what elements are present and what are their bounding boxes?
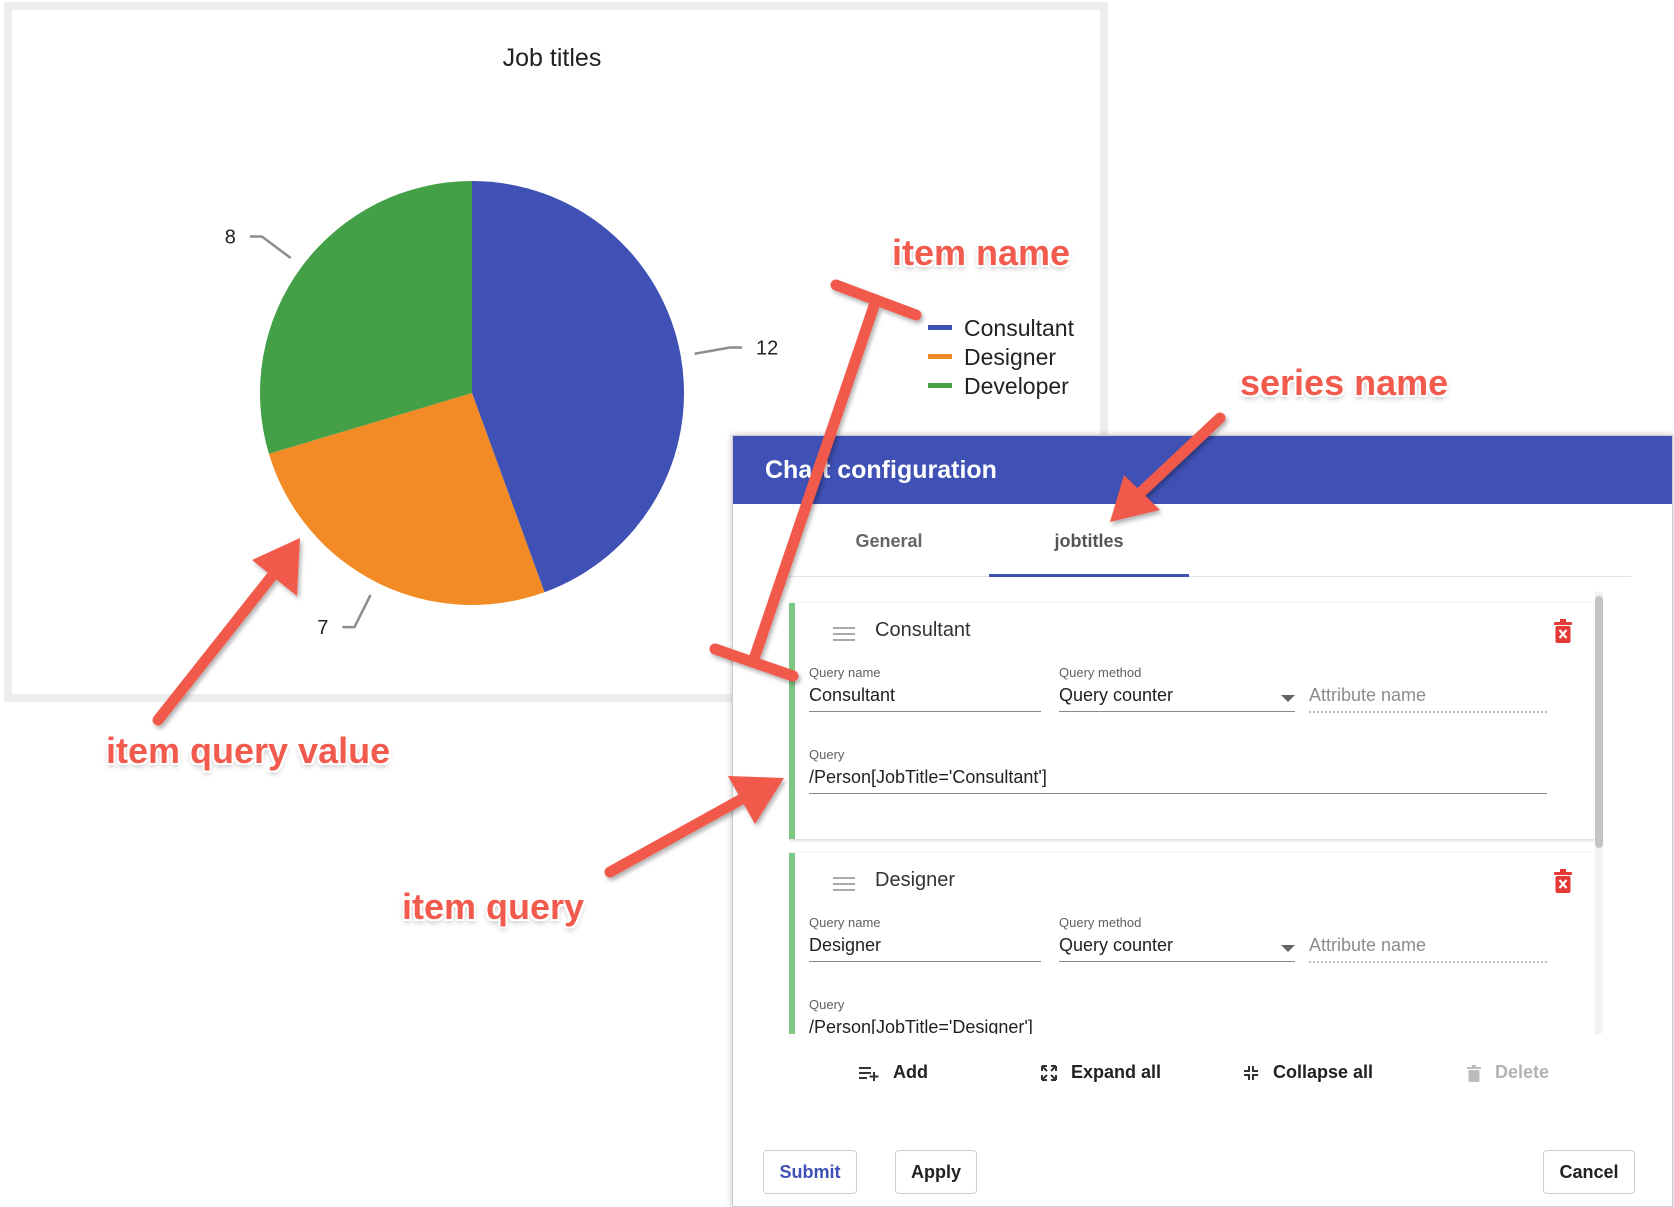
drag-handle-icon[interactable]	[833, 627, 855, 641]
collapse-all-label: Collapse all	[1273, 1062, 1374, 1082]
annotation-series-name: series name	[1240, 362, 1449, 403]
series-item-title: Designer	[875, 869, 956, 891]
pie-leader-line	[694, 346, 743, 355]
query-method-label: Query method	[1059, 915, 1142, 930]
trash-icon[interactable]	[1553, 619, 1573, 643]
tab-jobtitles[interactable]: jobtitles	[989, 504, 1189, 576]
query-method-label: Query method	[1059, 665, 1142, 680]
legend-entry: Consultant	[964, 315, 1075, 341]
attribute-name-input[interactable]: Attribute name	[1309, 681, 1547, 713]
delete-label: Delete	[1495, 1062, 1550, 1082]
legend-swatch	[928, 325, 952, 330]
pie-value-label: 12	[756, 338, 778, 360]
attribute-name-input[interactable]: Attribute name	[1309, 931, 1547, 963]
legend-swatch	[928, 383, 952, 388]
delete-button[interactable]: Delete	[1467, 1054, 1549, 1090]
cancel-button[interactable]: Cancel	[1543, 1150, 1635, 1194]
annotation-item-query: item query	[402, 886, 585, 927]
add-item-button[interactable]: Add	[859, 1054, 928, 1090]
submit-button[interactable]: Submit	[763, 1150, 857, 1194]
query-name-label: Query name	[809, 915, 881, 930]
trash-icon[interactable]	[1553, 869, 1573, 893]
series-items-list[interactable]: Consultant Query name Consultant Query m…	[789, 591, 1617, 1034]
playlist-add-icon	[859, 1067, 879, 1082]
series-item-card: Consultant Query name Consultant Query m…	[789, 603, 1595, 839]
collapse-all-button[interactable]: Collapse all	[1243, 1054, 1373, 1090]
expand-all-button[interactable]: Expand all	[1041, 1054, 1161, 1090]
pie-value-label: 7	[317, 617, 328, 639]
chart-configuration-dialog: Chart configuration General jobtitles Co…	[732, 435, 1673, 1207]
pie-leader-line	[342, 594, 372, 629]
add-item-label: Add	[893, 1062, 928, 1082]
series-item-card: Designer Query name Designer Query metho…	[789, 853, 1595, 1034]
query-input[interactable]: /Person[JobTitle='Designer']	[809, 1013, 1547, 1034]
query-input[interactable]: /Person[JobTitle='Consultant']	[809, 763, 1547, 794]
legend-entry: Designer	[964, 344, 1056, 370]
expand-icon	[1041, 1065, 1057, 1082]
drag-handle-icon[interactable]	[833, 877, 855, 891]
chart-title: Job titles	[503, 44, 602, 72]
chevron-down-icon[interactable]	[1281, 945, 1295, 952]
query-name-label: Query name	[809, 665, 881, 680]
apply-button[interactable]: Apply	[895, 1150, 977, 1194]
legend-swatch	[928, 354, 952, 359]
annotation-item-query-value: item query value	[106, 730, 391, 771]
query-method-select[interactable]: Query counter	[1059, 681, 1295, 712]
dialog-title: Chart configuration	[765, 456, 997, 484]
pie-leader-line	[249, 235, 292, 260]
tab-bar: General jobtitles	[789, 504, 1631, 577]
pie-value-label: 8	[225, 227, 236, 249]
query-label: Query	[809, 747, 845, 762]
trash-icon	[1467, 1064, 1481, 1082]
legend-entry: Developer	[964, 373, 1069, 399]
query-name-input[interactable]: Consultant	[809, 681, 1041, 712]
query-label: Query	[809, 997, 845, 1012]
series-item-title: Consultant	[875, 619, 971, 641]
chevron-down-icon[interactable]	[1281, 695, 1295, 702]
active-tab-indicator	[989, 574, 1189, 577]
annotation-item-name: item name	[892, 232, 1071, 273]
tab-general[interactable]: General	[789, 504, 989, 576]
query-method-select[interactable]: Query counter	[1059, 931, 1295, 962]
collapse-icon	[1244, 1066, 1258, 1081]
query-name-input[interactable]: Designer	[809, 931, 1041, 962]
dialog-header: Chart configuration	[733, 436, 1672, 504]
scrollbar-thumb[interactable]	[1595, 596, 1603, 848]
expand-all-label: Expand all	[1071, 1062, 1162, 1082]
